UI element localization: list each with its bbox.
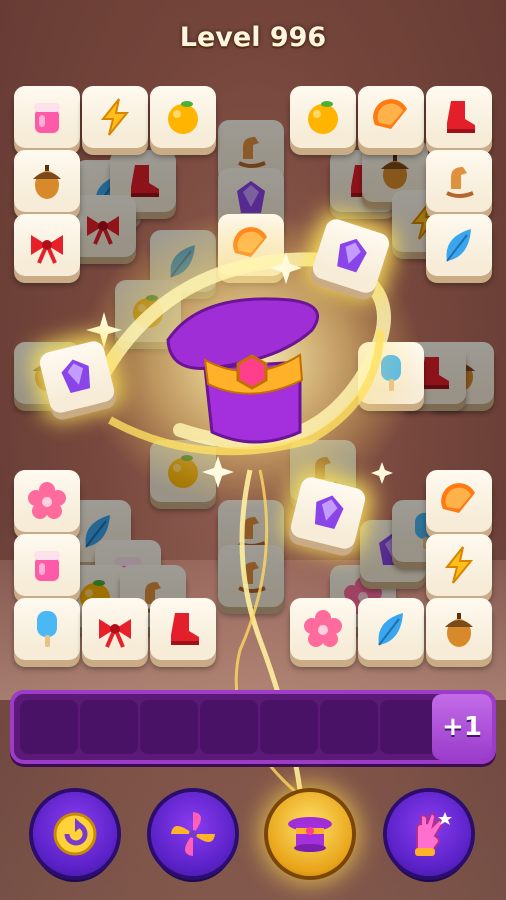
tray-slot [20, 700, 78, 754]
tile-flower[interactable] [290, 598, 356, 660]
magic-glove-icon [415, 812, 452, 856]
magic-glove-button[interactable] [387, 792, 471, 876]
tile-tray: +1 [10, 690, 496, 764]
tile-lightning[interactable] [426, 534, 492, 596]
tile-acorn[interactable] [426, 598, 492, 660]
tile-back [218, 545, 284, 607]
tile-lemon[interactable] [150, 86, 216, 148]
pinwheel-icon [171, 812, 215, 856]
tile-red-boot[interactable] [426, 86, 492, 148]
tile-acorn[interactable] [14, 150, 80, 212]
tile-orange-slice[interactable] [218, 214, 284, 276]
magic-hat-icon [288, 817, 332, 852]
shuffle-button[interactable] [151, 792, 235, 876]
tile-jam-jar[interactable] [14, 534, 80, 596]
extra-slot-button[interactable]: +1 [432, 694, 492, 760]
tile-popsicle[interactable] [14, 598, 80, 660]
tile-red-bow[interactable] [14, 214, 80, 276]
tray-slot [140, 700, 198, 754]
tile-rocking-horse[interactable] [426, 150, 492, 212]
tray-slot [260, 700, 318, 754]
tile-back [150, 440, 216, 502]
tray-slot [320, 700, 378, 754]
tile-flower[interactable] [14, 470, 80, 532]
tile-lemon[interactable] [290, 86, 356, 148]
undo-arrow-icon [53, 812, 97, 856]
tile-blue-feather[interactable] [358, 598, 424, 660]
tile-red-bow[interactable] [82, 598, 148, 660]
undo-button[interactable] [33, 792, 117, 876]
tray-slot [380, 700, 438, 754]
tile-orange-slice[interactable] [358, 86, 424, 148]
tile-popsicle[interactable] [358, 342, 424, 404]
tile-orange-slice[interactable] [426, 470, 492, 532]
tile-lightning[interactable] [82, 86, 148, 148]
level-title: Level 996 [179, 22, 327, 53]
tile-blue-feather[interactable] [426, 214, 492, 276]
tile-back [115, 280, 181, 342]
tile-red-boot[interactable] [150, 598, 216, 660]
magic-hat-button[interactable] [268, 792, 352, 876]
tray-slot [80, 700, 138, 754]
tile-jam-jar[interactable] [14, 86, 80, 148]
tray-slot [200, 700, 258, 754]
